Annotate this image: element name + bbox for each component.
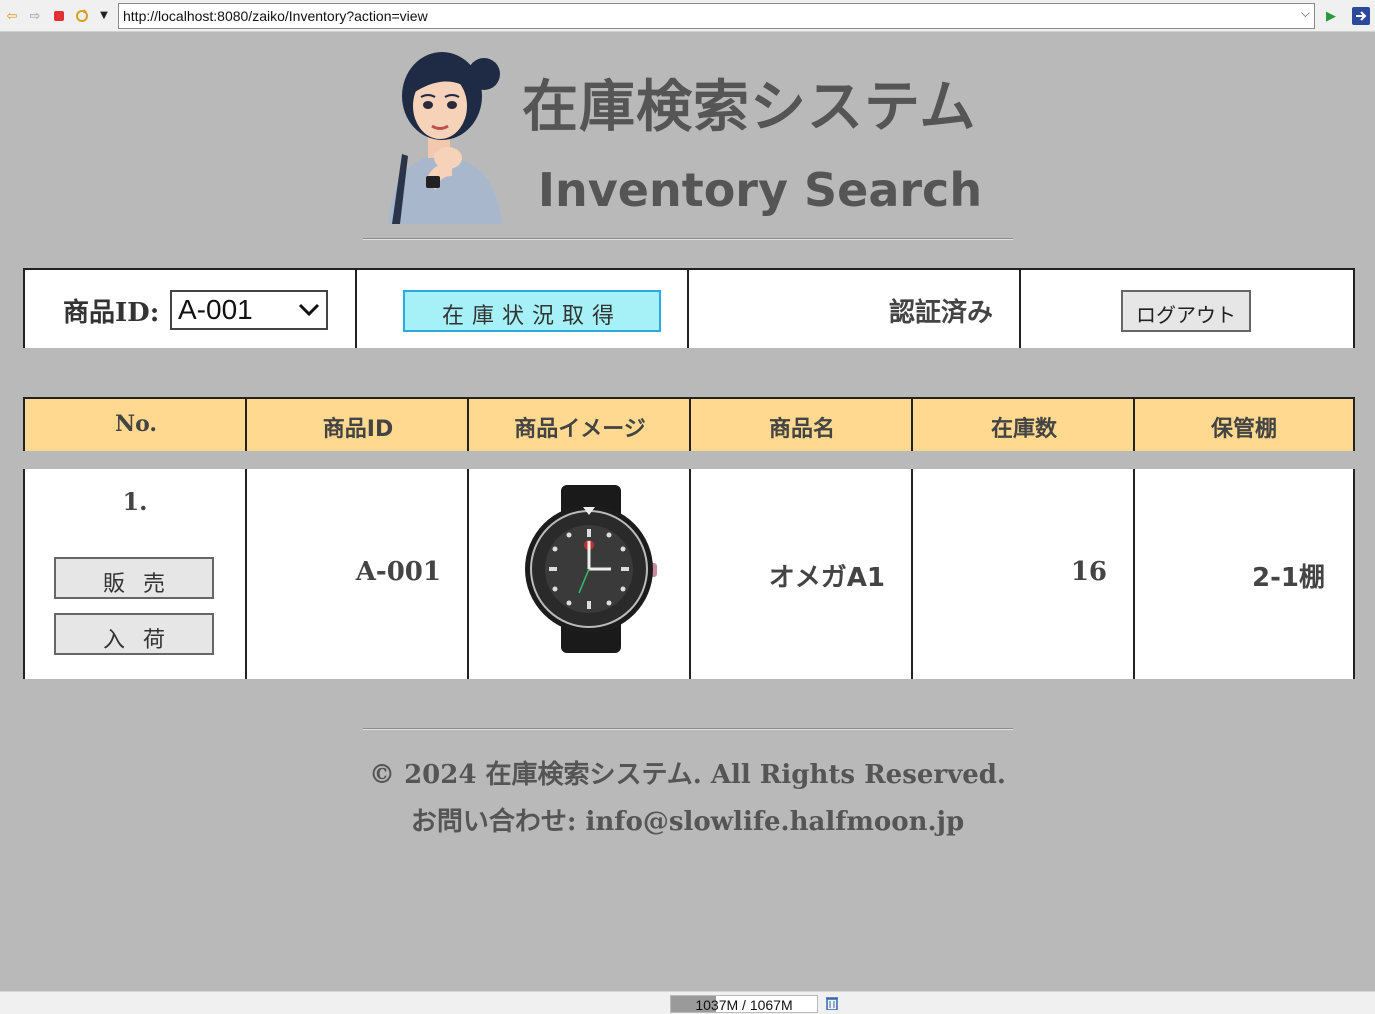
control-panel: 商品ID: A-001 在庫状況取得 認証済み ログアウト	[23, 268, 1355, 364]
stock-value: 16	[1070, 557, 1107, 587]
table-cell-product-id: A-001	[245, 469, 469, 693]
browser-status-bar: 1037M / 1067M	[0, 991, 1375, 1014]
back-icon[interactable]: ⇦	[3, 7, 21, 25]
memory-indicator: 1037M / 1067M	[670, 995, 818, 1013]
address-bar[interactable]: http://localhost:8080/zaiko/Inventory?ac…	[118, 3, 1315, 29]
reload-icon[interactable]	[73, 7, 91, 25]
column-header-product-id: 商品ID	[245, 397, 469, 451]
footer-contact: お問い合わせ: info@slowlife.halfmoon.jp	[0, 801, 1375, 838]
browser-toolbar: ⇦ ⇨ ▼ http://localhost:8080/zaiko/Invent…	[0, 0, 1375, 32]
contact-email[interactable]: info@slowlife.halfmoon.jp	[586, 807, 965, 837]
column-header-product-image: 商品イメージ	[467, 397, 691, 451]
product-id-label: 商品ID:	[63, 298, 160, 328]
table-cell-product-name: オメガA1	[689, 469, 913, 693]
panel-gap	[23, 348, 1355, 364]
page-title-en: Inventory Search	[537, 163, 983, 217]
table-cell-shelf: 2-1棚	[1133, 469, 1355, 693]
get-stock-status-button[interactable]: 在庫状況取得	[403, 290, 661, 332]
contact-separator: :	[566, 807, 586, 837]
header-divider	[363, 238, 1013, 240]
table-cell-product-image	[467, 469, 691, 693]
product-id-select[interactable]: A-001	[170, 290, 328, 330]
copyright-suffix: . All Rights Reserved.	[692, 760, 1006, 790]
auth-status: 認証済み	[888, 298, 993, 328]
column-header-stock: 在庫数	[911, 397, 1135, 451]
column-header-no: No.	[23, 397, 247, 451]
product-id-value: A-001	[355, 557, 441, 587]
receive-button[interactable]: 入荷	[54, 613, 214, 655]
chevron-down-icon[interactable]: ⌵	[1301, 6, 1310, 21]
footer-copyright: © 2024 在庫検索システム. All Rights Reserved.	[0, 754, 1375, 791]
product-image-watch	[521, 483, 661, 655]
menu-dropdown-icon[interactable]: ▼	[95, 7, 113, 25]
go-icon[interactable]: ▶	[1322, 7, 1340, 25]
row-gap	[23, 679, 1355, 693]
contact-label: お問い合わせ	[410, 807, 567, 837]
forward-icon[interactable]: ⇨	[26, 7, 44, 25]
extension-icon[interactable]	[1352, 7, 1370, 25]
table-cell-no: 1. 販売 入荷	[23, 469, 247, 693]
copyright-system-name: 在庫検索システム	[485, 760, 693, 790]
header-woman-illustration	[378, 50, 504, 224]
header-gap	[23, 451, 1355, 469]
column-header-shelf: 保管棚	[1133, 397, 1355, 451]
chevron-down-icon	[298, 295, 320, 324]
address-url: http://localhost:8080/zaiko/Inventory?ac…	[123, 8, 428, 24]
sell-button[interactable]: 販売	[54, 557, 214, 599]
inventory-table: No. 商品ID 商品イメージ 商品名 在庫数 保管棚 1. 販売 入荷 A-0…	[23, 397, 1355, 693]
column-header-product-name: 商品名	[689, 397, 913, 451]
row-number: 1.	[122, 487, 148, 516]
memory-usage-text: 1037M / 1067M	[695, 997, 793, 1013]
stop-icon[interactable]	[50, 7, 68, 25]
footer-divider	[363, 728, 1013, 730]
trash-icon[interactable]	[826, 996, 838, 1014]
logout-button[interactable]: ログアウト	[1121, 290, 1251, 332]
copyright-prefix: © 2024	[369, 760, 486, 790]
shelf-value: 2-1棚	[1252, 563, 1325, 593]
page-title-jp: 在庫検索システム	[522, 75, 977, 140]
table-cell-stock: 16	[911, 469, 1135, 693]
product-name-value: オメガA1	[768, 563, 885, 593]
product-id-selected: A-001	[178, 294, 253, 325]
